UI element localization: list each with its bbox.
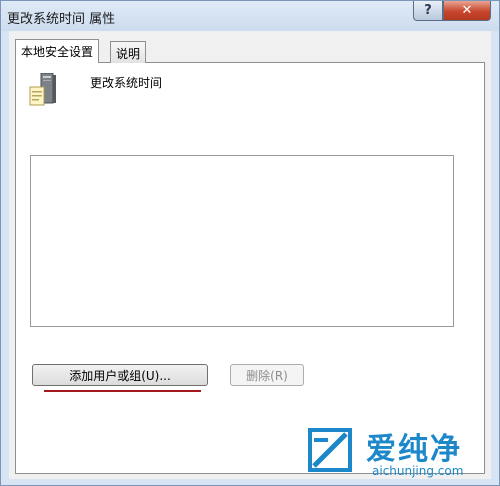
tab-local-security-setting[interactable]: 本地安全设置 xyxy=(15,39,100,63)
tab-label: 本地安全设置 xyxy=(21,45,94,59)
close-icon: ✕ xyxy=(461,3,473,18)
annotation-underline xyxy=(44,390,201,392)
remove-button[interactable]: 删除(R) xyxy=(230,364,304,386)
close-button[interactable]: ✕ xyxy=(443,1,491,21)
help-icon: ? xyxy=(424,3,432,18)
dialog-client-area: 本地安全设置 说明 更改系统时间 添加用户或组(U)... 删除(R) xyxy=(9,31,491,479)
policy-title: 更改系统时间 xyxy=(90,76,163,90)
add-user-or-group-button[interactable]: 添加用户或组(U)... xyxy=(32,364,208,386)
watermark: 爱纯净 aichunjing.com xyxy=(300,418,496,484)
brand-logo-icon xyxy=(308,428,352,472)
properties-window: 更改系统时间 属性 ? ✕ 本地安全设置 说明 更改系统时间 添加用户或组(U)… xyxy=(0,0,500,486)
users-groups-listbox[interactable] xyxy=(30,155,454,327)
tab-panel: 更改系统时间 添加用户或组(U)... 删除(R) xyxy=(15,62,485,474)
title-bar[interactable]: 更改系统时间 属性 ? ✕ xyxy=(1,1,499,31)
policy-computer-icon xyxy=(29,73,56,106)
watermark-url: aichunjing.com xyxy=(372,464,464,478)
tab-explain[interactable]: 说明 xyxy=(110,41,147,63)
watermark-text: 爱纯净 xyxy=(366,432,462,467)
help-button[interactable]: ? xyxy=(413,1,443,21)
window-title: 更改系统时间 属性 xyxy=(7,12,116,27)
tab-label: 说明 xyxy=(116,47,141,61)
